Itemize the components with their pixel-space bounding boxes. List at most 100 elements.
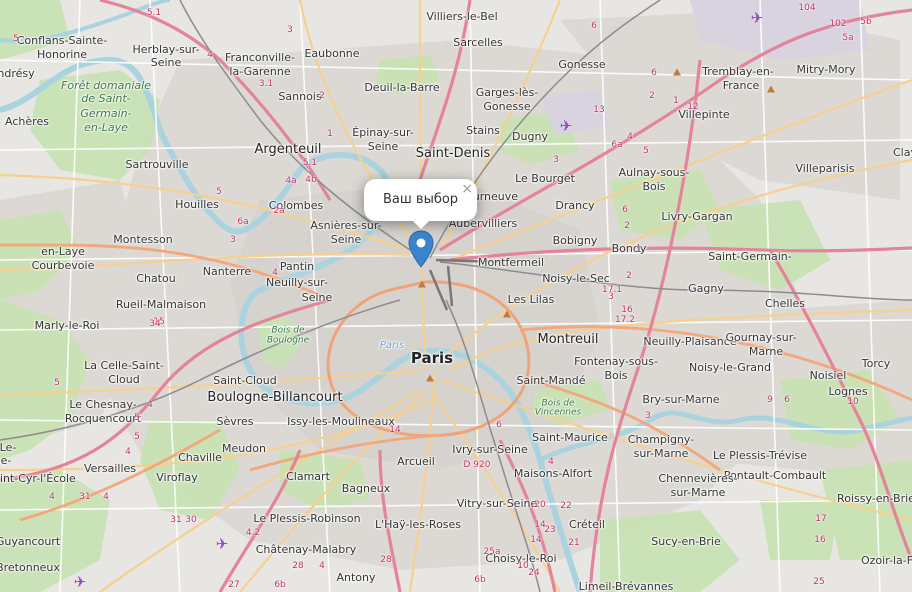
- place-label: Stains: [466, 124, 500, 137]
- road-number-label: 6a: [237, 217, 249, 227]
- popup-text: Ваш выбор: [383, 192, 459, 207]
- road-number-label: 2: [626, 271, 632, 281]
- place-label: Ozoir-la-F: [860, 554, 912, 567]
- place-label: Meudon: [222, 442, 266, 455]
- place-label: Gonesse: [558, 58, 606, 71]
- place-label: Gagny: [688, 282, 724, 295]
- place-label: la-Garenne: [229, 65, 291, 78]
- place-label: Conflans-Sainte-: [16, 34, 108, 47]
- map-view[interactable]: Villiers-le-Bel Sarcelles Conflans-Sainte-…: [0, 0, 912, 592]
- place-label: Châtenay-Malabry: [255, 543, 357, 556]
- road-number-label: 16: [621, 305, 633, 315]
- place-label: Guyancourt: [0, 535, 61, 548]
- road-number-label: 4: [319, 561, 325, 571]
- place-label: Versailles: [83, 462, 137, 475]
- road-number-label: 6b: [474, 575, 486, 585]
- place-label: Chatou: [136, 272, 176, 285]
- place-label: Villiers-le-Bel: [426, 10, 498, 23]
- place-label: en-Laye: [84, 121, 128, 134]
- place-label: Marne: [748, 345, 784, 358]
- place-label: Bagneux: [341, 482, 391, 495]
- place-label: Le-: [0, 441, 17, 454]
- road-number-label: 14: [389, 425, 401, 435]
- place-label: Fontenay-sous-: [574, 355, 658, 368]
- place-label: Noisiel: [809, 369, 847, 382]
- place-label: Saint-Denis: [415, 146, 491, 161]
- road-number-label: 4: [272, 268, 278, 278]
- road-number-label: 1: [327, 129, 333, 139]
- road-number-label: 6: [591, 21, 597, 31]
- place-label: Rueil-Malmaison: [115, 298, 207, 311]
- place-label: Forêt domaniale: [61, 79, 151, 92]
- place-label: Courbevoie: [31, 259, 95, 272]
- place-label: Saint-Mandé: [516, 374, 586, 387]
- place-label: Villeparisis: [795, 162, 855, 175]
- road-number-label: 4: [207, 50, 213, 60]
- road-number-label: 28: [380, 555, 392, 565]
- road-number-label: 2a: [273, 206, 285, 216]
- road-number-label: 28: [292, 561, 304, 571]
- road-number-label: 5.1: [146, 8, 162, 18]
- road-number-label: 17: [815, 514, 827, 524]
- road-number-label: 20: [534, 500, 546, 510]
- place-label: Deuil-la-Barre: [364, 81, 440, 94]
- landmark-icon: [418, 280, 426, 288]
- place-label: Seine: [367, 140, 399, 153]
- place-label: Aulnay-sous-: [618, 166, 690, 179]
- place-label: Boulogne: [266, 335, 310, 346]
- place-label: Houilles: [175, 198, 219, 211]
- place-label: Issy-les-Moulineaux: [287, 415, 395, 428]
- place-label: Bretonneux: [0, 561, 60, 574]
- road-number-label: 10: [847, 397, 859, 407]
- place-label: Les Lilas: [507, 293, 555, 306]
- place-label: Sèvres: [216, 415, 254, 428]
- location-marker-icon[interactable]: [408, 230, 434, 268]
- popup-tip: [411, 219, 431, 229]
- place-label: Asnières-sur-: [310, 219, 382, 232]
- road-number-label: 5: [216, 187, 222, 197]
- road-number-label: 6: [622, 205, 628, 215]
- airport-icon: ✈: [73, 573, 87, 591]
- road-number-label: 5: [643, 146, 649, 156]
- road-number-label: 4b: [305, 175, 317, 185]
- road-number-label: 24: [528, 568, 540, 578]
- road-number-label: 3.1: [258, 79, 274, 89]
- place-label: Rocquencourt: [64, 412, 142, 425]
- landmark-icon: [426, 374, 434, 382]
- place-label: Franconville-: [225, 51, 295, 64]
- place-label: Herblay-sur-: [132, 43, 200, 56]
- road-number-label: 21: [568, 538, 580, 548]
- road-number-label: 16: [814, 535, 826, 545]
- place-label: La Celle-Saint-: [84, 359, 164, 372]
- place-label: Vincennes: [534, 407, 582, 418]
- place-label: Sartrouville: [125, 158, 189, 171]
- landmark-icon: [503, 310, 511, 318]
- road-number-label: 5: [13, 34, 19, 44]
- place-label: Montreuil: [537, 332, 599, 347]
- place-label: Chelles: [764, 297, 806, 310]
- road-number-label: 5a: [842, 33, 854, 43]
- place-label: Torcy: [861, 357, 891, 370]
- landmark-icon: [767, 85, 775, 93]
- place-label: Livry-Gargan: [661, 210, 733, 223]
- place-label: Seine: [301, 291, 333, 304]
- place-label: Drancy: [555, 199, 595, 212]
- place-label: Roissy-en-Brie: [837, 492, 912, 505]
- close-icon[interactable]: ×: [461, 181, 473, 197]
- road-number-label: 25a: [483, 547, 501, 557]
- place-label: Clay: [893, 146, 912, 159]
- place-label: Vitry-sur-Seine: [456, 497, 538, 510]
- place-label: Neuilly-Plaisance: [643, 335, 737, 348]
- road-number-label: 2: [624, 221, 630, 231]
- place-label: Arcueil: [397, 455, 435, 468]
- place-label: Saint-Germain-: [708, 250, 792, 263]
- place-label: Créteil: [569, 518, 605, 531]
- place-label: Maisons-Alfort: [513, 467, 593, 480]
- place-label: Cloud: [108, 373, 140, 386]
- place-label: Pontault-Combault: [723, 469, 827, 482]
- airport-icon: ✈: [750, 9, 764, 27]
- place-label: Boulogne-Billancourt: [207, 390, 343, 405]
- place-label: e-: [0, 454, 12, 467]
- road-number-label: 5: [134, 432, 140, 442]
- place-label: France: [722, 79, 760, 92]
